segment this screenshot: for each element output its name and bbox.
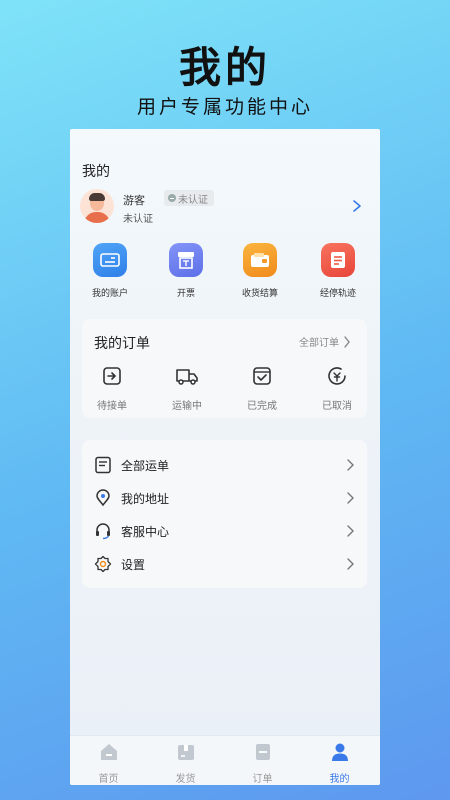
home-icon bbox=[100, 744, 117, 760]
chevron-right-icon[interactable] bbox=[350, 199, 364, 213]
quick-action-label: 经停轨迹 bbox=[319, 289, 356, 299]
ship-box-icon bbox=[177, 745, 194, 760]
tab-label: 订单 bbox=[252, 774, 273, 785]
tab-ship[interactable]: 发货 bbox=[147, 742, 224, 785]
minus-circle-icon bbox=[168, 194, 176, 202]
quick-action-label: 开票 bbox=[176, 289, 195, 299]
cancelled-yen-icon bbox=[328, 367, 346, 385]
menu-item-label: 客服中心 bbox=[121, 525, 170, 539]
quick-action-settlement[interactable]: 收货结算 bbox=[225, 243, 295, 299]
account-card-icon bbox=[93, 243, 127, 277]
all-orders-link[interactable]: 全部订单 bbox=[299, 334, 351, 349]
all-orders-label: 全部订单 bbox=[299, 338, 339, 349]
chevron-right-icon bbox=[344, 335, 350, 348]
menu-item-waybills[interactable]: 全部运单 bbox=[82, 448, 367, 481]
invoice-icon bbox=[169, 243, 203, 277]
menu-item-address[interactable]: 我的地址 bbox=[82, 481, 367, 514]
wallet-icon bbox=[243, 243, 277, 277]
promo-subtitle: 用户专属功能中心 bbox=[136, 96, 313, 118]
order-status-pending[interactable]: 待接单 bbox=[82, 365, 142, 412]
quick-action-label: 收货结算 bbox=[241, 289, 278, 299]
profile-row[interactable]: 游客 未认证 未认证 bbox=[80, 189, 370, 229]
order-status-label: 运输中 bbox=[172, 401, 202, 412]
tab-label: 发货 bbox=[175, 774, 196, 785]
tab-label: 我的 bbox=[329, 774, 350, 785]
order-status-label: 待接单 bbox=[97, 401, 127, 412]
menu-item-label: 设置 bbox=[121, 558, 146, 572]
user-name: 游客 bbox=[123, 194, 145, 207]
chevron-right-icon bbox=[347, 459, 354, 471]
settings-gear-icon bbox=[94, 555, 112, 573]
menu-item-label: 我的地址 bbox=[121, 492, 170, 506]
page-title: 我的 bbox=[82, 164, 110, 180]
order-status-transit[interactable]: 运输中 bbox=[157, 365, 217, 412]
tab-home[interactable]: 首页 bbox=[70, 742, 147, 785]
waybill-list-icon bbox=[95, 456, 111, 474]
quick-action-track[interactable]: 经停轨迹 bbox=[303, 243, 373, 299]
track-doc-icon bbox=[321, 243, 355, 277]
tab-label: 首页 bbox=[98, 774, 119, 785]
menu-card: 全部运单 我的地址 客服中心 设置 bbox=[82, 440, 367, 588]
bottom-tab-bar: 首页 发货 订单 我的 bbox=[70, 735, 380, 785]
avatar[interactable] bbox=[80, 189, 114, 223]
chevron-right-icon bbox=[347, 492, 354, 504]
location-pin-icon bbox=[96, 489, 110, 507]
pending-order-icon bbox=[103, 367, 121, 385]
order-status-cancelled[interactable]: 已取消 bbox=[307, 365, 367, 412]
auth-badge-label: 未认证 bbox=[178, 194, 208, 206]
menu-item-settings[interactable]: 设置 bbox=[82, 547, 367, 580]
user-icon bbox=[331, 743, 348, 761]
quick-actions: 我的账户 开票 收货结算 经停轨迹 bbox=[70, 243, 380, 303]
quick-action-invoice[interactable]: 开票 bbox=[151, 243, 221, 299]
chevron-right-icon bbox=[347, 525, 354, 537]
promo-title: 我的 bbox=[178, 43, 271, 92]
order-icon bbox=[255, 744, 270, 760]
completed-check-icon bbox=[253, 367, 271, 385]
quick-action-label: 我的账户 bbox=[91, 289, 128, 299]
order-status-label: 已取消 bbox=[322, 401, 352, 412]
tab-orders[interactable]: 订单 bbox=[224, 742, 301, 785]
auth-badge: 未认证 bbox=[164, 190, 214, 206]
order-status-label: 已完成 bbox=[247, 401, 277, 412]
chevron-right-icon bbox=[347, 558, 354, 570]
tab-mine[interactable]: 我的 bbox=[301, 742, 378, 785]
truck-icon bbox=[176, 369, 198, 385]
orders-title: 我的订单 bbox=[94, 336, 150, 352]
quick-action-account[interactable]: 我的账户 bbox=[75, 243, 145, 299]
headset-icon bbox=[96, 523, 110, 540]
menu-item-label: 全部运单 bbox=[121, 459, 170, 473]
phone-screen: 我的 游客 未认证 未认证 我的账户 开票 收货结算 经停轨迹 我的订单 全部订… bbox=[70, 129, 380, 785]
order-status-completed[interactable]: 已完成 bbox=[232, 365, 292, 412]
menu-item-customer-service[interactable]: 客服中心 bbox=[82, 514, 367, 547]
auth-status: 未认证 bbox=[123, 214, 153, 225]
orders-card: 我的订单 全部订单 待接单 运输中 已完成 已取消 bbox=[82, 319, 367, 418]
